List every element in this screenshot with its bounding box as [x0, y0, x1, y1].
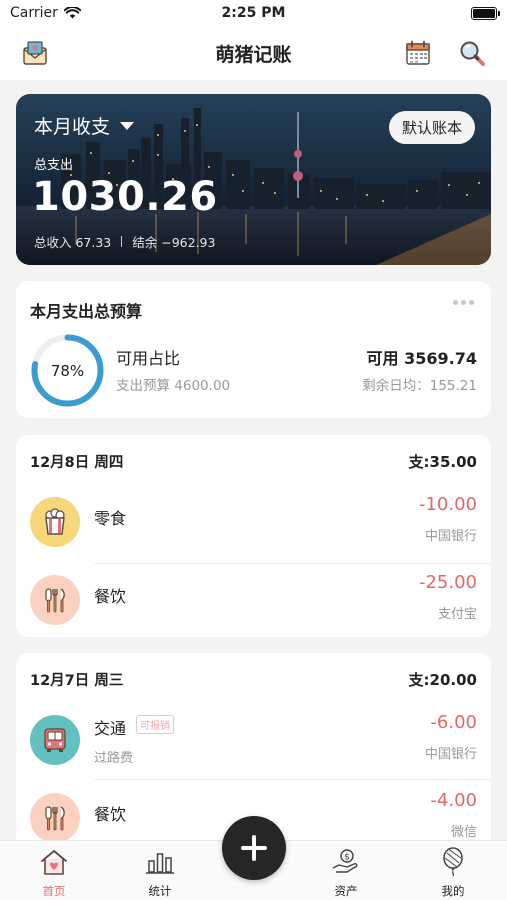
- transaction-amount: -6.00: [430, 712, 477, 733]
- tab-profile[interactable]: 我的: [413, 841, 493, 900]
- reimbursable-tag: 可报销: [136, 715, 174, 734]
- transaction-category: 零食: [94, 509, 127, 528]
- expense-budget-label: 支出预算 4600.00: [116, 378, 231, 394]
- monthly-summary-banner[interactable]: 本月收支 默认账本 总支出 1030.26 总收入 67.33 结余 −962.…: [16, 94, 491, 265]
- day-date: 12月7日 周三: [30, 673, 124, 689]
- day-date: 12月8日 周四: [30, 455, 124, 471]
- period-selector[interactable]: 本月收支: [34, 112, 135, 139]
- divider: [121, 236, 123, 247]
- svg-text:$: $: [344, 853, 350, 863]
- tab-home[interactable]: 首页: [14, 841, 94, 900]
- transaction-row[interactable]: 零食 -10.00 中国银行: [16, 487, 491, 559]
- home-heart-icon: [38, 847, 70, 877]
- budget-card[interactable]: 本月支出总预算 78% 可用占比 支出预算 4600.00 可用 3569.74…: [16, 281, 491, 418]
- battery-icon: [471, 7, 500, 20]
- add-record-button[interactable]: [222, 816, 286, 880]
- total-income-text: 总收入 67.33: [34, 235, 112, 250]
- utensils-icon: [30, 575, 80, 625]
- day-total: 支:35.00: [408, 453, 477, 471]
- balance-text: 结余 −962.93: [132, 235, 216, 250]
- popcorn-icon: [30, 497, 80, 547]
- day-header: 12月7日 周三 支:20.00: [30, 669, 477, 689]
- transaction-note: 过路费: [94, 751, 134, 766]
- status-bar: Carrier 2:25 PM: [0, 0, 507, 28]
- tab-label: 统计: [148, 884, 172, 898]
- budget-title: 本月支出总预算: [30, 302, 143, 321]
- transaction-account: 支付宝: [437, 607, 477, 622]
- transaction-category: 餐饮: [94, 805, 127, 824]
- available-ratio-label: 可用占比: [116, 349, 181, 368]
- calendar-icon[interactable]: [401, 36, 435, 70]
- day-total: 支:20.00: [408, 671, 477, 689]
- caret-down-icon: [120, 121, 135, 130]
- balloon-icon: [437, 847, 469, 877]
- day-card: 12月8日 周四 支:35.00 零食 -10.00 中国银行 餐饮 -25.0…: [16, 435, 491, 637]
- transaction-category: 餐饮: [94, 587, 127, 606]
- transaction-row[interactable]: 餐饮 -25.00 支付宝: [16, 565, 491, 637]
- row-divider: [94, 563, 491, 564]
- transaction-row[interactable]: 交通 可报销 过路费 -6.00 中国银行: [16, 705, 491, 777]
- tab-label: 首页: [42, 884, 66, 898]
- nav-bar: 萌猪记账: [0, 28, 507, 80]
- transaction-category: 交通: [94, 719, 127, 738]
- daily-average: 剩余日均：155.21: [362, 378, 477, 394]
- bus-icon: [30, 715, 80, 765]
- transaction-amount: -25.00: [418, 572, 477, 593]
- tab-label: 我的: [441, 884, 465, 898]
- money-hand-icon: $: [330, 847, 362, 877]
- transaction-account: 微信: [450, 825, 477, 840]
- budget-percent: 78%: [50, 361, 85, 380]
- tab-label: 资产: [334, 884, 358, 898]
- transaction-account: 中国银行: [424, 747, 477, 762]
- transaction-amount: -4.00: [430, 790, 477, 811]
- bar-chart-icon: [144, 847, 176, 877]
- tab-assets[interactable]: $ 资产: [306, 841, 386, 900]
- transaction-amount: -10.00: [418, 494, 477, 515]
- row-divider: [94, 779, 491, 780]
- income-balance-row: 总收入 67.33 结余 −962.93: [34, 232, 215, 251]
- total-expense-label: 总支出: [34, 158, 74, 173]
- day-header: 12月8日 周四 支:35.00: [30, 451, 477, 471]
- transaction-account: 中国银行: [424, 529, 477, 544]
- search-icon[interactable]: [455, 36, 489, 70]
- status-time: 2:25 PM: [221, 5, 286, 21]
- period-label: 本月收支: [34, 116, 111, 138]
- total-expense-value: 1030.26: [32, 174, 218, 220]
- available-amount: 可用 3569.74: [366, 349, 477, 368]
- default-book-button[interactable]: 默认账本: [388, 111, 475, 144]
- tab-statistics[interactable]: 统计: [120, 841, 200, 900]
- utensils-icon: [30, 793, 80, 843]
- battery-fill: [473, 9, 495, 18]
- more-icon[interactable]: [453, 297, 477, 307]
